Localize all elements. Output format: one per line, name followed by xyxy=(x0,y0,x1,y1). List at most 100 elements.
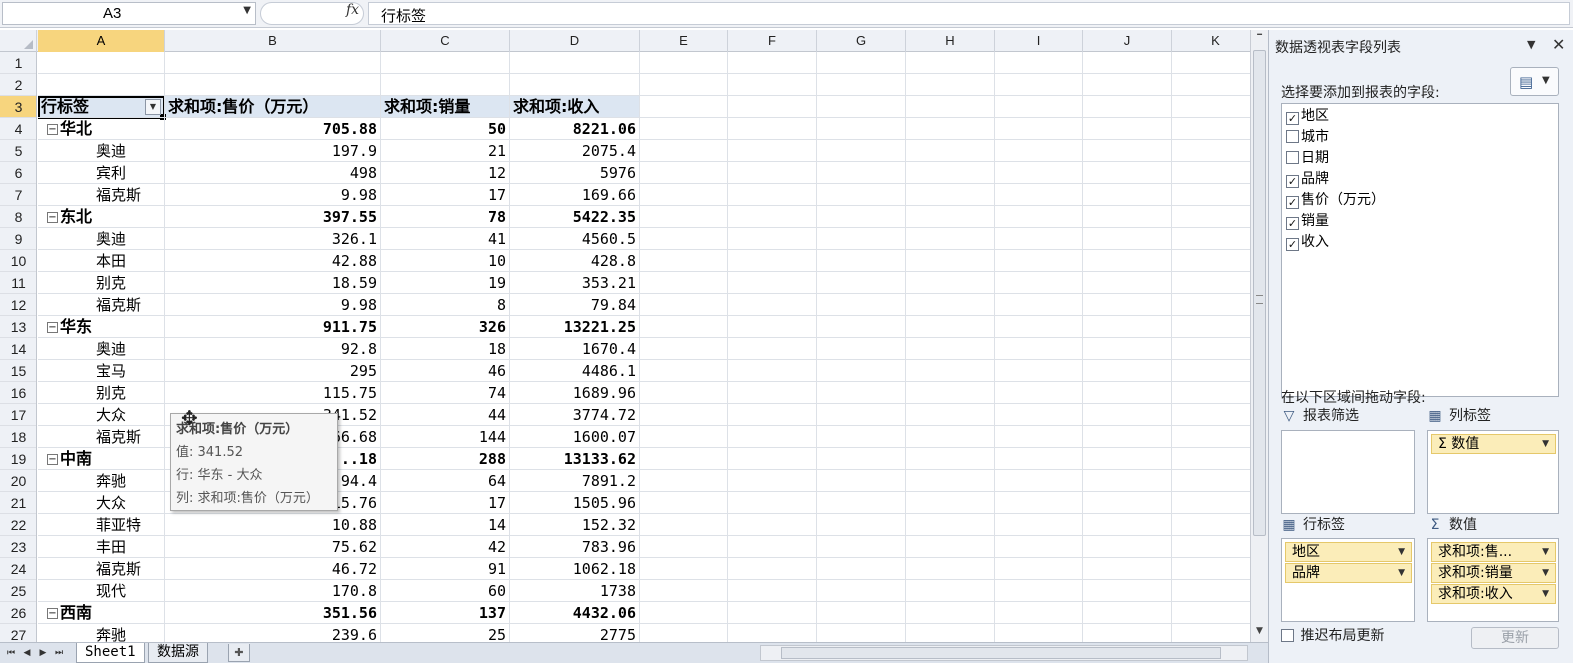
value-field-pill-qty[interactable]: 求和项:销量 ▼ xyxy=(1431,563,1556,583)
row-labels-area[interactable]: 地区 ▼ 品牌 ▼ xyxy=(1281,538,1415,622)
field-item[interactable]: ✓ 销量 xyxy=(1286,211,1329,231)
row-header-25[interactable]: 25 xyxy=(0,580,36,602)
pivot-qty-cell[interactable]: 78 xyxy=(381,206,510,228)
row-header-5[interactable]: 5 xyxy=(0,140,36,162)
column-header-i[interactable]: I xyxy=(995,30,1083,52)
pivot-group-label[interactable]: 华东 xyxy=(60,316,165,338)
pivot-price-cell[interactable]: 326.1 xyxy=(165,228,381,250)
row-header-14[interactable]: 14 xyxy=(0,338,36,360)
pivot-income-cell[interactable]: 1600.07 xyxy=(510,426,640,448)
horizontal-scroll-thumb[interactable] xyxy=(781,647,1221,659)
panel-options-icon[interactable]: ▼ xyxy=(1527,38,1535,51)
row-header-24[interactable]: 24 xyxy=(0,558,36,580)
pivot-qty-cell[interactable]: 137 xyxy=(381,602,510,624)
pivot-price-cell[interactable]: 911.75 xyxy=(165,316,381,338)
pivot-item-label[interactable]: 宝马 xyxy=(96,360,165,382)
field-item[interactable]: ✓ 收入 xyxy=(1286,232,1329,252)
row-field-pill-region[interactable]: 地区 ▼ xyxy=(1285,542,1412,562)
unchecked-checkbox-icon[interactable] xyxy=(1286,130,1299,143)
pivot-item-label[interactable]: 别克 xyxy=(96,382,165,404)
column-field-values-pill[interactable]: Σ 数值 ▼ xyxy=(1431,434,1556,454)
pivot-price-cell[interactable]: 10.88 xyxy=(165,514,381,536)
pivot-income-cell[interactable]: 1670.4 xyxy=(510,338,640,360)
pivot-item-label[interactable]: 福克斯 xyxy=(96,184,165,206)
pivot-qty-cell[interactable]: 50 xyxy=(381,118,510,140)
pivot-price-cell[interactable]: 351.56 xyxy=(165,602,381,624)
tab-data-source[interactable]: 数据源 xyxy=(148,643,208,663)
prev-sheet-icon[interactable]: ◀ xyxy=(20,646,34,660)
pivot-price-cell[interactable]: 705.88 xyxy=(165,118,381,140)
row-header-15[interactable]: 15 xyxy=(0,360,36,382)
row-header-21[interactable]: 21 xyxy=(0,492,36,514)
pivot-item-label[interactable]: 大众 xyxy=(96,492,165,514)
vertical-scroll-thumb[interactable] xyxy=(1253,50,1266,536)
pivot-income-cell[interactable]: 8221.06 xyxy=(510,118,640,140)
pivot-income-cell[interactable]: 5976 xyxy=(510,162,640,184)
collapse-icon[interactable]: − xyxy=(47,322,58,333)
pivot-income-cell[interactable]: 1689.96 xyxy=(510,382,640,404)
first-sheet-icon[interactable]: ⏮ xyxy=(4,646,18,660)
pivot-qty-cell[interactable]: 288 xyxy=(381,448,510,470)
pivot-income-cell[interactable]: 13133.62 xyxy=(510,448,640,470)
pivot-income-cell[interactable]: 4432.06 xyxy=(510,602,640,624)
pivot-qty-cell[interactable]: 41 xyxy=(381,228,510,250)
pivot-qty-cell[interactable]: 8 xyxy=(381,294,510,316)
pivot-item-label[interactable]: 奥迪 xyxy=(96,140,165,162)
field-item[interactable]: ✓ 品牌 xyxy=(1286,169,1329,189)
close-icon[interactable]: ✕ xyxy=(1552,35,1565,54)
pivot-group-label[interactable]: 华北 xyxy=(60,118,165,140)
row-header-10[interactable]: 10 xyxy=(0,250,36,272)
row-header-11[interactable]: 11 xyxy=(0,272,36,294)
insert-sheet-icon[interactable]: ✚ xyxy=(228,644,250,662)
column-header-d[interactable]: D xyxy=(510,30,640,52)
pivot-qty-cell[interactable]: 12 xyxy=(381,162,510,184)
pivot-qty-cell[interactable]: 144 xyxy=(381,426,510,448)
column-header-c[interactable]: C xyxy=(381,30,510,52)
row-header-27[interactable]: 27 xyxy=(0,624,36,642)
checked-checkbox-icon[interactable]: ✓ xyxy=(1286,217,1299,230)
collapse-icon[interactable]: − xyxy=(47,124,58,135)
collapse-icon[interactable]: − xyxy=(47,454,58,465)
pivot-item-label[interactable]: 现代 xyxy=(96,580,165,602)
column-labels-area[interactable]: Σ 数值 ▼ xyxy=(1427,430,1559,514)
pivot-price-cell[interactable]: 9.98 xyxy=(165,294,381,316)
pivot-income-cell[interactable]: 5422.35 xyxy=(510,206,640,228)
pivot-qty-cell[interactable]: 60 xyxy=(381,580,510,602)
pivot-item-label[interactable]: 宾利 xyxy=(96,162,165,184)
pivot-item-label[interactable]: 奔驰 xyxy=(96,624,165,642)
unchecked-checkbox-icon[interactable] xyxy=(1286,151,1299,164)
row-header-18[interactable]: 18 xyxy=(0,426,36,448)
pivot-qty-cell[interactable]: 17 xyxy=(381,184,510,206)
pivot-header-cell[interactable]: 求和项:售价（万元） xyxy=(165,96,381,118)
pivot-income-cell[interactable]: 1062.18 xyxy=(510,558,640,580)
pivot-item-label[interactable]: 奔驰 xyxy=(96,470,165,492)
column-header-h[interactable]: H xyxy=(906,30,995,52)
row-header-2[interactable]: 2 xyxy=(0,74,36,96)
row-header-23[interactable]: 23 xyxy=(0,536,36,558)
pivot-price-cell[interactable]: 92.8 xyxy=(165,338,381,360)
pivot-item-label[interactable]: 丰田 xyxy=(96,536,165,558)
pivot-price-cell[interactable]: 295 xyxy=(165,360,381,382)
pivot-qty-cell[interactable]: 46 xyxy=(381,360,510,382)
pivot-income-cell[interactable]: 79.84 xyxy=(510,294,640,316)
row-header-4[interactable]: 4 xyxy=(0,118,36,140)
column-header-e[interactable]: E xyxy=(640,30,728,52)
pivot-price-cell[interactable]: 170.8 xyxy=(165,580,381,602)
row-header-19[interactable]: 19 xyxy=(0,448,36,470)
checked-checkbox-icon[interactable]: ✓ xyxy=(1286,175,1299,188)
scroll-down-icon[interactable]: ▼ xyxy=(1252,626,1267,640)
pivot-income-cell[interactable]: 2775 xyxy=(510,624,640,642)
pivot-income-cell[interactable]: 428.8 xyxy=(510,250,640,272)
pivot-income-cell[interactable]: 353.21 xyxy=(510,272,640,294)
column-header-k[interactable]: K xyxy=(1172,30,1260,52)
pivot-income-cell[interactable]: 4560.5 xyxy=(510,228,640,250)
pivot-item-label[interactable]: 福克斯 xyxy=(96,426,165,448)
row-header-13[interactable]: 13 xyxy=(0,316,36,338)
pivot-item-label[interactable]: 福克斯 xyxy=(96,294,165,316)
chevron-down-icon[interactable]: ▼ xyxy=(243,5,251,16)
pivot-price-cell[interactable]: 197.9 xyxy=(165,140,381,162)
defer-layout-update[interactable]: 推迟布局更新 xyxy=(1281,626,1384,646)
pivot-income-cell[interactable]: 169.66 xyxy=(510,184,640,206)
row-header-20[interactable]: 20 xyxy=(0,470,36,492)
pivot-qty-cell[interactable]: 42 xyxy=(381,536,510,558)
